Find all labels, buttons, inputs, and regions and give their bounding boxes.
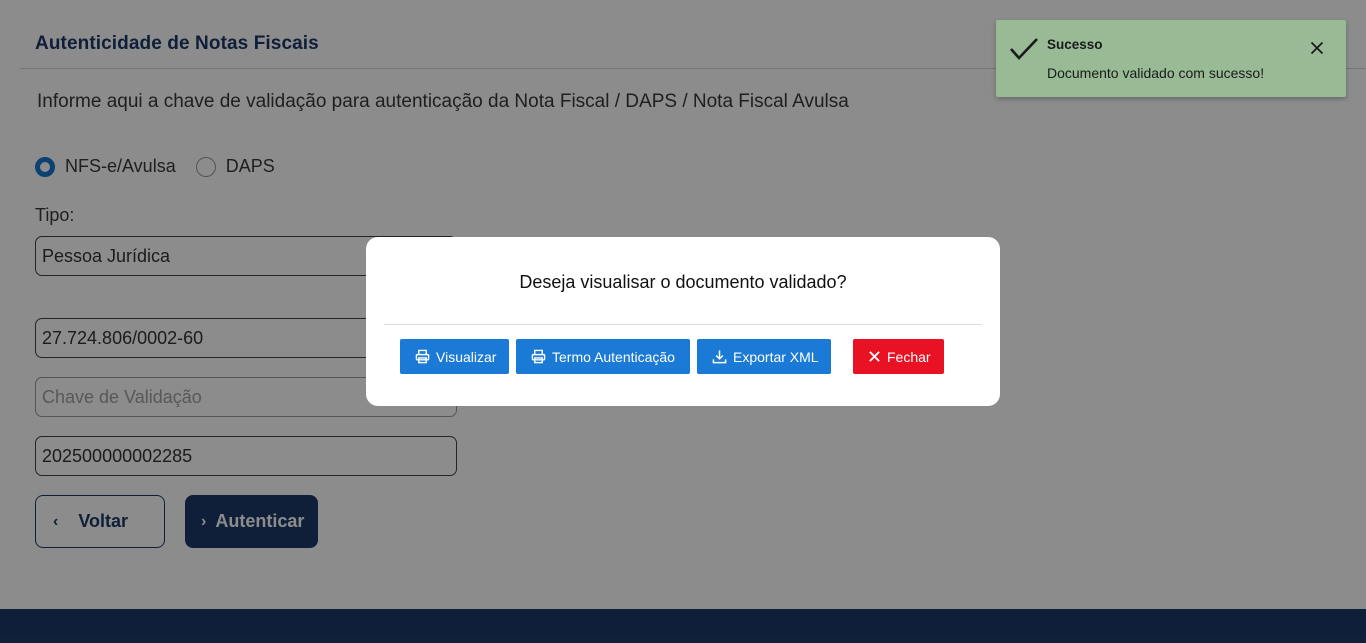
- check-icon: [1010, 38, 1038, 60]
- exportar-button-label: Exportar XML: [733, 348, 819, 365]
- visualizar-button[interactable]: Visualizar: [400, 339, 509, 374]
- exportar-xml-button[interactable]: Exportar XML: [697, 339, 831, 374]
- printer-icon: [531, 349, 546, 364]
- close-icon: [869, 351, 880, 362]
- fechar-button[interactable]: Fechar: [853, 339, 944, 374]
- download-icon: [712, 350, 727, 364]
- toast-message: Documento validado com sucesso!: [1047, 65, 1265, 81]
- dialog-question: Deseja visualisar o documento validado?: [519, 272, 847, 292]
- printer-icon: [415, 349, 430, 364]
- fechar-button-label: Fechar: [887, 348, 931, 365]
- dialog-divider: [384, 324, 982, 325]
- visualizar-button-label: Visualizar: [436, 348, 497, 365]
- close-icon[interactable]: [1310, 41, 1324, 55]
- success-toast: Sucesso Documento validado com sucesso!: [996, 20, 1346, 97]
- confirm-dialog: Deseja visualisar o documento validado? …: [366, 237, 1000, 406]
- termo-autenticacao-button[interactable]: Termo Autenticação: [516, 339, 690, 374]
- toast-title: Sucesso: [1047, 37, 1103, 52]
- termo-button-label: Termo Autenticação: [552, 348, 675, 365]
